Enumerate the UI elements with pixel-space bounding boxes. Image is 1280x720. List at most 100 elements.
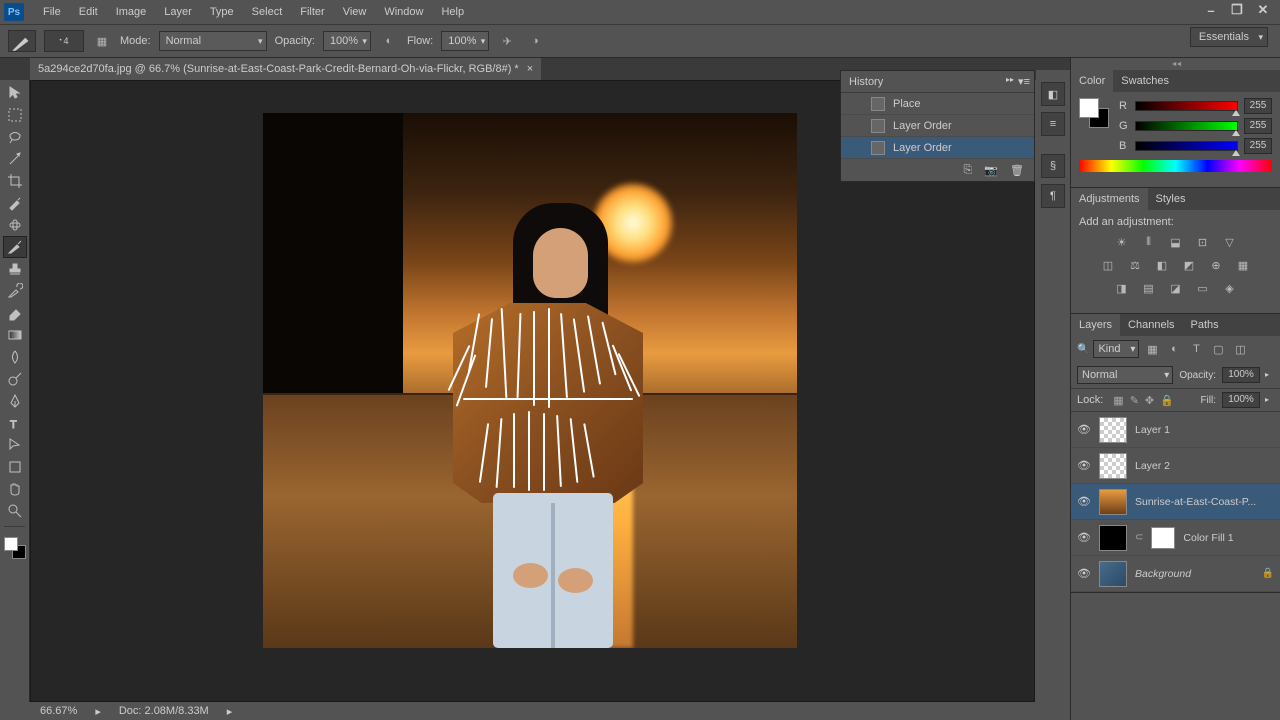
bw-icon[interactable]: ◧ (1153, 257, 1171, 273)
filter-adjust-icon[interactable]: ◐ (1165, 341, 1183, 357)
layer-opacity[interactable]: 100% (1222, 367, 1260, 383)
path-select-tool[interactable] (3, 434, 27, 456)
opacity-dropdown[interactable]: 100% (323, 31, 371, 51)
fill-value[interactable]: 100% (1222, 392, 1260, 408)
tab-color[interactable]: Color (1071, 70, 1113, 92)
menu-help[interactable]: Help (432, 6, 473, 18)
posterize-icon[interactable]: ▤ (1140, 280, 1158, 296)
collapse-icon[interactable]: ▸▸ (1006, 75, 1014, 88)
photo-filter-icon[interactable]: ◩ (1180, 257, 1198, 273)
g-value[interactable]: 255 (1244, 118, 1272, 134)
eraser-tool[interactable] (3, 302, 27, 324)
tab-paths[interactable]: Paths (1183, 314, 1227, 336)
heal-tool[interactable] (3, 214, 27, 236)
zoom-tool[interactable] (3, 500, 27, 522)
menu-filter[interactable]: Filter (291, 6, 333, 18)
filter-pixel-icon[interactable]: ▦ (1143, 341, 1161, 357)
wand-tool[interactable] (3, 148, 27, 170)
stamp-tool[interactable] (3, 258, 27, 280)
menu-image[interactable]: Image (107, 6, 156, 18)
menu-type[interactable]: Type (201, 6, 243, 18)
pen-tool[interactable] (3, 390, 27, 412)
threshold-icon[interactable]: ◪ (1167, 280, 1185, 296)
close-tab-icon[interactable]: × (527, 63, 533, 75)
minimize-button[interactable]: – (1202, 3, 1220, 17)
layer-row[interactable]: 👁Layer 2 (1071, 448, 1280, 484)
blend-mode[interactable]: Normal (1077, 366, 1173, 384)
r-value[interactable]: 255 (1244, 98, 1272, 114)
airbrush-icon[interactable]: ✈ (497, 31, 517, 51)
type-tool[interactable]: T (3, 412, 27, 434)
lookup-icon[interactable]: ▦ (1234, 257, 1252, 273)
levels-icon[interactable]: ⫴ (1140, 234, 1158, 250)
zoom-level[interactable]: 66.67% (40, 705, 77, 717)
workspace-dropdown[interactable]: Essentials (1190, 27, 1268, 47)
exposure-icon[interactable]: ⊡ (1194, 234, 1212, 250)
hue-icon[interactable]: ◫ (1099, 257, 1117, 273)
tab-adjustments[interactable]: Adjustments (1071, 188, 1148, 210)
brightness-icon[interactable]: ☀ (1113, 234, 1131, 250)
menu-layer[interactable]: Layer (155, 6, 201, 18)
lock-position-icon[interactable]: ✥ (1145, 394, 1154, 407)
canvas[interactable] (263, 113, 797, 648)
b-value[interactable]: 255 (1244, 138, 1272, 154)
fg-bg-color[interactable] (1079, 98, 1109, 128)
brush-tool[interactable] (3, 236, 27, 258)
delete-icon[interactable]: 🗑 (1010, 164, 1024, 177)
shape-tool[interactable] (3, 456, 27, 478)
snapshot-icon[interactable]: 📷 (984, 164, 998, 177)
filter-shape-icon[interactable]: ▢ (1209, 341, 1227, 357)
move-tool[interactable] (3, 82, 27, 104)
tab-swatches[interactable]: Swatches (1113, 70, 1177, 92)
tab-styles[interactable]: Styles (1148, 188, 1194, 210)
visibility-icon[interactable]: 👁 (1077, 423, 1091, 436)
menu-edit[interactable]: Edit (70, 6, 107, 18)
layer-row[interactable]: 👁Layer 1 (1071, 412, 1280, 448)
vibrance-icon[interactable]: ▽ (1221, 234, 1239, 250)
lock-pixels-icon[interactable]: ✎ (1130, 394, 1139, 407)
r-slider[interactable] (1135, 101, 1238, 111)
selective-icon[interactable]: ◈ (1221, 280, 1239, 296)
collapse-panels[interactable] (1071, 58, 1280, 70)
history-brush-tool[interactable] (3, 280, 27, 302)
history-tab[interactable]: History ▸▸▾≡ (841, 71, 1034, 93)
curves-icon[interactable]: ⬓ (1167, 234, 1185, 250)
lock-all-icon[interactable]: 🔒 (1160, 394, 1174, 407)
menu-file[interactable]: File (34, 6, 70, 18)
tab-channels[interactable]: Channels (1120, 314, 1182, 336)
close-button[interactable]: ✕ (1254, 3, 1272, 17)
b-slider[interactable] (1135, 141, 1238, 151)
new-document-icon[interactable]: ⎘ (964, 164, 973, 177)
visibility-icon[interactable]: 👁 (1077, 531, 1091, 544)
layer-row[interactable]: 👁Background🔒 (1071, 556, 1280, 592)
marquee-tool[interactable] (3, 104, 27, 126)
strip-icon-1[interactable]: ◧ (1041, 82, 1065, 106)
lock-trans-icon[interactable]: ▦ (1113, 394, 1123, 407)
brush-preset[interactable]: •4 (44, 30, 84, 52)
dodge-tool[interactable] (3, 368, 27, 390)
mode-dropdown[interactable]: Normal (159, 31, 267, 51)
status-arrow[interactable]: ▸ (227, 705, 233, 718)
history-item[interactable]: Layer Order (841, 115, 1034, 137)
hue-bar[interactable] (1079, 160, 1272, 172)
balance-icon[interactable]: ⚖ (1126, 257, 1144, 273)
strip-icon-3[interactable]: § (1041, 154, 1065, 178)
layer-row[interactable]: 👁⊂Color Fill 1 (1071, 520, 1280, 556)
status-icon[interactable]: ▸ (95, 705, 101, 718)
pressure-opacity-icon[interactable]: ◐ (379, 31, 399, 51)
visibility-icon[interactable]: 👁 (1077, 459, 1091, 472)
crop-tool[interactable] (3, 170, 27, 192)
layer-row[interactable]: 👁Sunrise-at-East-Coast-P... (1071, 484, 1280, 520)
color-swatches[interactable] (4, 537, 26, 559)
filter-smart-icon[interactable]: ◫ (1231, 341, 1249, 357)
mixer-icon[interactable]: ⊕ (1207, 257, 1225, 273)
strip-icon-4[interactable]: ¶ (1041, 184, 1065, 208)
lasso-tool[interactable] (3, 126, 27, 148)
document-tab[interactable]: 5a294ce2d70fa.jpg @ 66.7% (Sunrise-at-Ea… (30, 58, 541, 80)
menu-select[interactable]: Select (243, 6, 292, 18)
gradient-map-icon[interactable]: ▭ (1194, 280, 1212, 296)
flow-dropdown[interactable]: 100% (441, 31, 489, 51)
brush-panel-icon[interactable]: ▦ (92, 31, 112, 51)
gradient-tool[interactable] (3, 324, 27, 346)
blur-tool[interactable] (3, 346, 27, 368)
